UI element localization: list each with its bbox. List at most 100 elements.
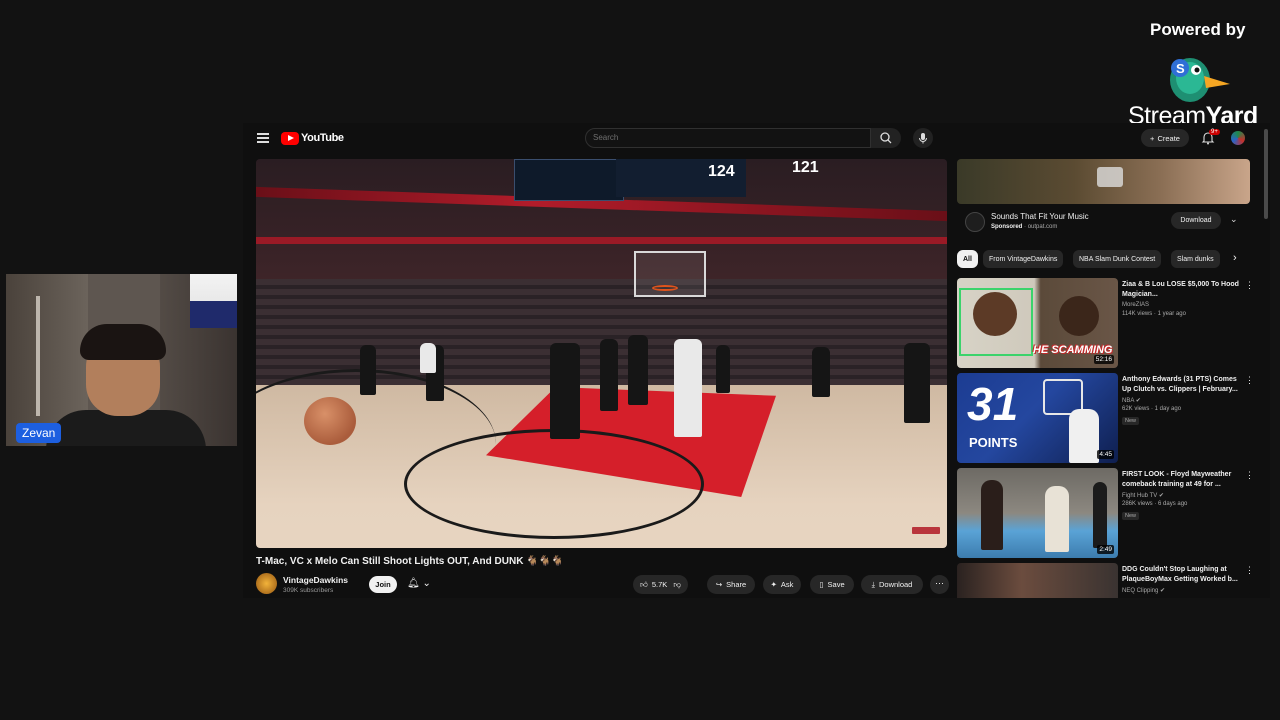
channel-name[interactable]: VintageDawkins [283, 575, 348, 585]
channel-name[interactable]: NEQ Clipping ✔ [1122, 587, 1165, 594]
ad-thumbnail[interactable] [957, 159, 1250, 204]
streamyard-duck-logo-icon: S [1170, 58, 1230, 102]
channel-name[interactable]: Fight Hub TV ✔ [1122, 492, 1164, 499]
player [628, 335, 648, 405]
sparkle-icon: ✦ [770, 580, 777, 589]
video-thumbnail[interactable]: HE SCAMMING 52:16 [957, 278, 1118, 368]
scoreboard-home: 124 [708, 163, 735, 180]
thumbnail-caption: POINTS [969, 435, 1018, 450]
recommended-video[interactable]: HE SCAMMING 52:16 Ziaa & B Lou LOSE $5,0… [957, 278, 1257, 370]
shared-screen: YouTube Search + Create 9+ 124 121 T-Mac… [243, 123, 1270, 598]
video-title: T-Mac, VC x Melo Can Still Shoot Lights … [256, 556, 564, 567]
player [550, 343, 580, 439]
download-icon: ⤓ [871, 579, 875, 589]
chip-slam-dunks[interactable]: Slam dunks [1171, 250, 1220, 268]
flag [190, 274, 237, 328]
recommended-video[interactable]: DDG Couldn't Stop Laughing at PlaqueBoyM… [957, 563, 1257, 598]
chip-nba-slam-dunk-contest[interactable]: NBA Slam Dunk Contest [1073, 250, 1162, 268]
rim [652, 285, 678, 291]
player [812, 347, 830, 397]
video-duration: 2:49 [1097, 545, 1114, 554]
youtube-topbar: YouTube Search + Create 9+ [243, 123, 1270, 219]
recommended-video[interactable]: 2:49 FIRST LOOK - Floyd Mayweather comeb… [957, 468, 1257, 560]
more-actions-icon[interactable]: ⋯ [930, 575, 949, 594]
video-meta: 114K views · 1 year ago [1122, 311, 1186, 317]
new-badge: New [1122, 512, 1140, 520]
notification-count-badge: 9+ [1209, 129, 1220, 135]
share-icon: ↪ [715, 580, 723, 589]
menu-icon[interactable] [257, 133, 269, 143]
video-player[interactable]: 124 121 [256, 159, 947, 548]
more-options-icon[interactable]: ⋮ [1245, 470, 1254, 481]
verified-icon: ✔ [1160, 588, 1166, 594]
svg-text:S: S [1176, 61, 1185, 76]
like-dislike-group[interactable]: 👍︎ 5.7K 👎︎ [633, 575, 688, 594]
lamp [36, 296, 40, 416]
plus-icon: + [1150, 133, 1155, 143]
player [674, 339, 702, 437]
thumbs-down-icon[interactable]: 👎︎ [671, 580, 681, 590]
chip-from-channel[interactable]: From VintageDawkins [983, 250, 1064, 268]
ask-button[interactable]: ✦ Ask [763, 575, 801, 594]
search-icon [880, 132, 892, 144]
video-thumbnail[interactable]: 2:49 [957, 468, 1118, 558]
search-input[interactable]: Search [585, 128, 871, 148]
create-button[interactable]: + Create [1141, 129, 1189, 147]
chevron-down-icon[interactable]: ⌄ [1230, 214, 1238, 225]
video-title[interactable]: DDG Couldn't Stop Laughing at PlaqueBoyM… [1122, 565, 1242, 584]
voice-search-button[interactable] [913, 128, 933, 148]
ad-meta: Sponsored · outpat.com [991, 224, 1058, 230]
webcam-tile: Zevan [6, 274, 237, 446]
more-options-icon[interactable]: ⋮ [1245, 565, 1254, 576]
video-duration: 52:16 [1093, 355, 1114, 364]
verified-icon: ✔ [1158, 493, 1164, 499]
new-badge: New [1122, 417, 1140, 425]
ad-advertiser-logo[interactable] [965, 212, 985, 232]
channel-name[interactable]: NBA ✔ [1122, 397, 1141, 404]
recommended-video[interactable]: 31 POINTS 4:45 Anthony Edwards (31 PTS) … [957, 373, 1257, 465]
download-button[interactable]: ⤓ Download [861, 575, 923, 594]
more-options-icon[interactable]: ⋮ [1245, 375, 1254, 386]
chip-all[interactable]: All [957, 250, 978, 268]
account-avatar[interactable] [1231, 131, 1245, 145]
subscriber-count: 309K subscribers [283, 587, 334, 594]
thumbs-up-icon[interactable]: 👍︎ [640, 580, 648, 590]
player [360, 345, 376, 395]
powered-by-label: Powered by [1150, 20, 1246, 39]
subscription-bell-icon[interactable]: 🔔︎ ⌄ [407, 578, 431, 589]
youtube-logo-icon[interactable] [281, 132, 299, 145]
basketball [304, 397, 356, 445]
channel-name[interactable]: MoreZIAS [1122, 302, 1149, 308]
share-button[interactable]: ↪ Share [707, 575, 755, 594]
player [600, 339, 618, 411]
channel-avatar[interactable] [256, 573, 277, 594]
thumbnail-caption: 31 [967, 378, 1019, 430]
ad-download-button[interactable]: Download [1171, 212, 1221, 229]
video-thumbnail[interactable] [957, 563, 1118, 598]
chevron-right-icon[interactable]: › [1233, 252, 1237, 264]
streamyard-branding: Powered by S StreamYard [1120, 14, 1270, 134]
channel-watermark [912, 527, 940, 534]
verified-icon: ✔ [1135, 398, 1141, 404]
participant-name-tag: Zevan [16, 423, 62, 443]
search-button[interactable] [871, 128, 901, 148]
save-button[interactable]: ▯ Save [810, 575, 854, 594]
scoreboard-away: 121 [792, 159, 819, 176]
video-meta: 62K views · 1 day ago [1122, 406, 1182, 412]
page-scrollbar[interactable] [1264, 129, 1268, 219]
youtube-logo-text[interactable]: YouTube [301, 132, 344, 144]
player [716, 345, 730, 393]
video-thumbnail[interactable]: 31 POINTS 4:45 [957, 373, 1118, 463]
video-title[interactable]: Anthony Edwards (31 PTS) Comes Up Clutch… [1122, 375, 1242, 394]
video-title[interactable]: FIRST LOOK - Floyd Mayweather comeback t… [1122, 470, 1242, 489]
video-duration: 4:45 [1097, 450, 1114, 459]
more-options-icon[interactable]: ⋮ [1245, 280, 1254, 291]
ad-title[interactable]: Sounds That Fit Your Music [991, 212, 1089, 221]
video-title[interactable]: Ziaa & B Lou LOSE $5,000 To Hood Magicia… [1122, 280, 1242, 299]
join-button[interactable]: Join [369, 576, 397, 593]
video-meta: 286K views · 6 days ago [1122, 501, 1188, 507]
player [904, 343, 930, 423]
bookmark-icon: ▯ [819, 580, 824, 589]
player [420, 343, 436, 373]
microphone-icon [919, 133, 927, 144]
